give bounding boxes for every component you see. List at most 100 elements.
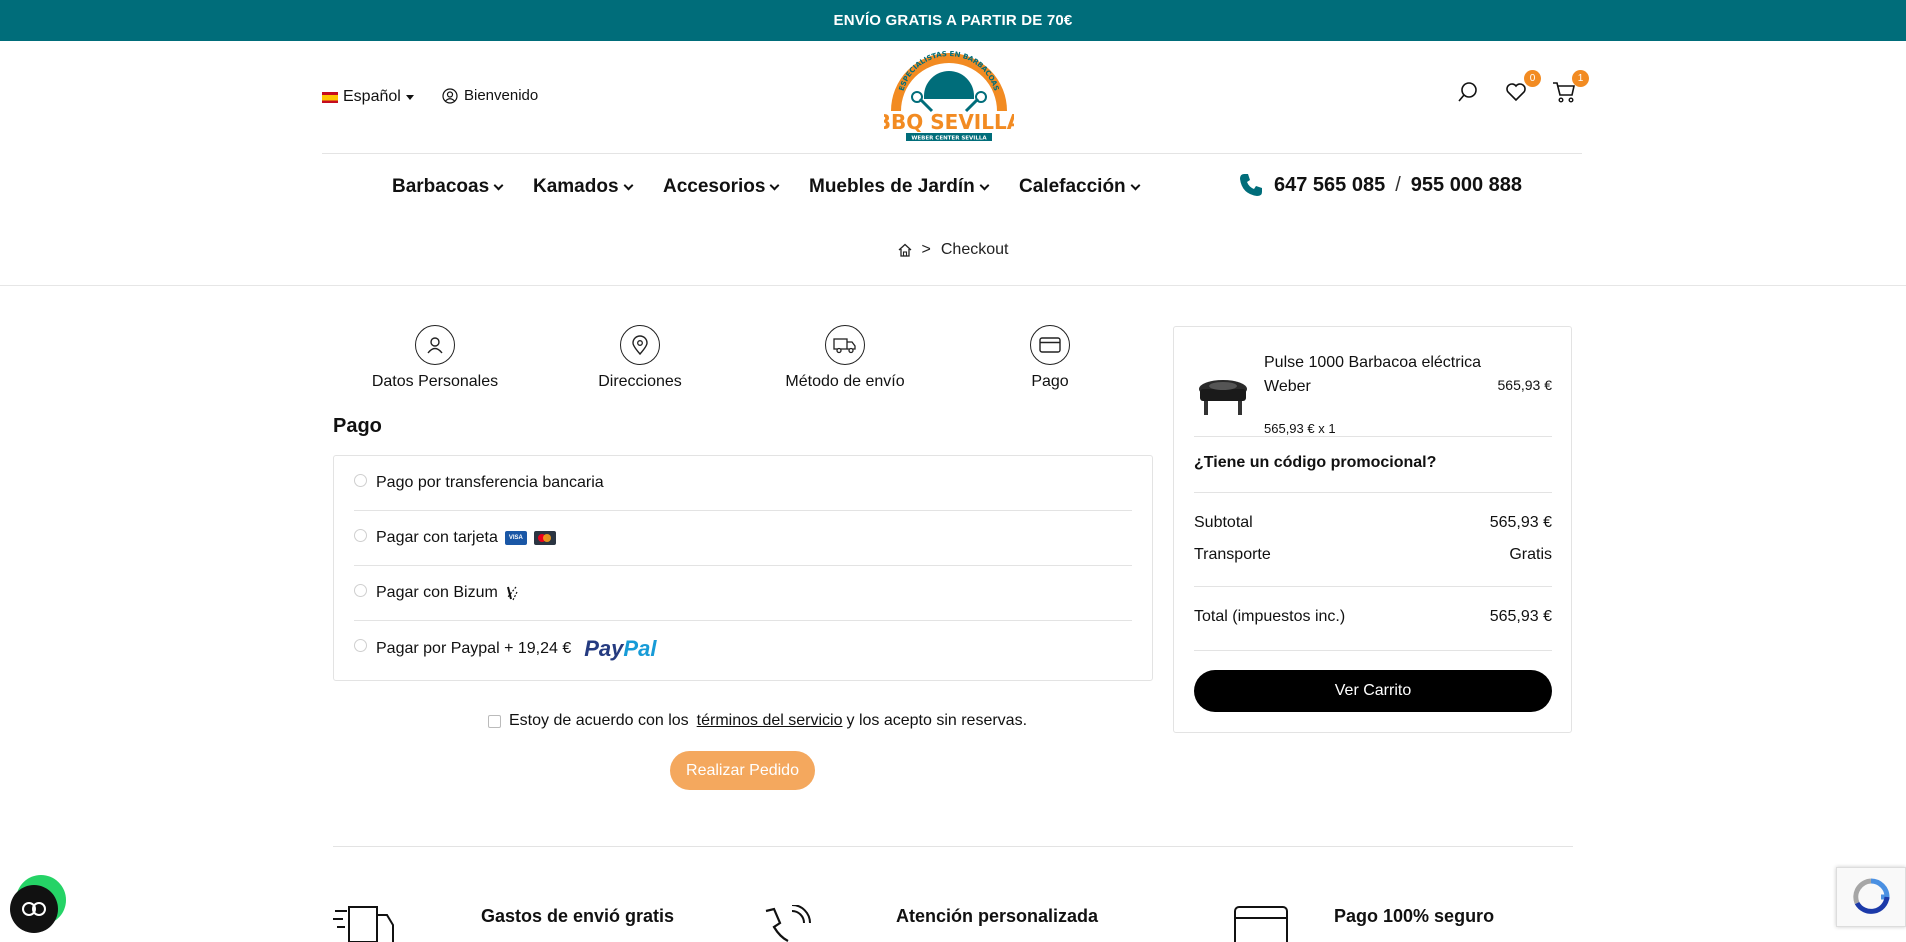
feature-personal-attention: Atención personalizada [896, 906, 1099, 926]
main-nav: Barbacoas Kamados Accesorios Muebles de … [0, 154, 1906, 224]
total-value: 565,93 € [1489, 608, 1552, 625]
summary-divider [1194, 436, 1552, 437]
summary-divider [1194, 492, 1552, 493]
spain-flag-icon [322, 91, 338, 103]
step-metodo-de-envio[interactable]: Método de envío [765, 325, 925, 391]
nav-item-barbacoas[interactable]: Barbacoas [392, 176, 504, 198]
feature-free-shipping: Gastos de envió gratis [481, 906, 675, 926]
user-icon [427, 337, 443, 354]
subtotal-label: Subtotal [1194, 514, 1253, 531]
bbq-sevilla-logo[interactable]: ESPECIALISTAS EN BARBACOAS BBQ SEVILLA W… [884, 51, 1014, 143]
chevron-down-icon [623, 180, 633, 190]
cart-count-badge: 1 [1572, 70, 1589, 87]
terms-text-after: y los acepto sin reservas. [846, 712, 1028, 729]
view-cart-button[interactable]: Ver Carrito [1194, 670, 1552, 712]
payment-option-label: Pago por transferencia bancaria [376, 474, 604, 491]
nav-item-kamados[interactable]: Kamados [533, 176, 633, 198]
phone-numbers: 647 565 085 / 955 000 888 [1238, 172, 1522, 198]
nav-item-accesorios[interactable]: Accesorios [663, 176, 780, 198]
product-quantity-line: 565,93 € x 1 [1264, 421, 1336, 436]
promo-code-toggle[interactable]: ¿Tiene un código promocional? [1194, 454, 1436, 472]
nav-item-label: Barbacoas [392, 176, 490, 197]
account-link[interactable]: Bienvenido [442, 87, 538, 104]
phone-number-1[interactable]: 647 565 085 [1274, 174, 1385, 197]
site-header: Español Bienvenido ESPECIALISTAS EN BARB… [0, 41, 1906, 154]
caret-down-icon [405, 94, 414, 100]
truck-icon [833, 338, 856, 354]
wishlist-button[interactable]: 0 [1503, 70, 1541, 105]
nav-item-label: Calefacción [1019, 176, 1126, 197]
heart-icon [1506, 83, 1526, 102]
phone-separator: / [1395, 173, 1401, 196]
chevron-down-icon [770, 180, 780, 190]
step-label: Método de envío [785, 373, 905, 390]
subtotal-value: 565,93 € [1489, 514, 1552, 531]
phone-number-2[interactable]: 955 000 888 [1411, 174, 1522, 197]
payment-option-label: Pagar con Bizum [376, 584, 498, 601]
payment-radio[interactable] [354, 583, 367, 597]
promo-text: ENVÍO GRATIS A PARTIR DE 70€ [833, 12, 1073, 29]
payment-option-bizum[interactable]: Pagar con Bizum [354, 566, 1132, 621]
payment-radio[interactable] [354, 639, 367, 652]
product-image[interactable] [1194, 375, 1252, 417]
nav-item-muebles-de-jardin[interactable]: Muebles de Jardín [809, 176, 990, 198]
payment-option-card[interactable]: Pagar con tarjeta VISA [354, 511, 1132, 566]
footer-divider [333, 846, 1573, 847]
breadcrumb-divider [0, 285, 1906, 286]
feature-secure-payment: Pago 100% seguro [1334, 906, 1495, 926]
terms-link[interactable]: términos del servicio [697, 712, 843, 730]
total-row: Total (impuestos inc.) 565,93 € [1194, 608, 1552, 626]
payment-option-label: Pagar por Paypal + 19,24 € [376, 639, 572, 657]
product-name[interactable]: Pulse 1000 Barbacoa eléctrica Weber [1264, 351, 1494, 399]
credit-card-icon [1039, 337, 1061, 353]
breadcrumb-current: Checkout [940, 241, 1009, 258]
place-order-button[interactable]: Realizar Pedido [670, 751, 815, 790]
promo-bar: ENVÍO GRATIS A PARTIR DE 70€ [0, 0, 1906, 41]
wishlist-count-badge: 0 [1524, 70, 1541, 87]
cart-button[interactable]: 1 [1551, 70, 1589, 105]
payment-option-label: Pagar con tarjeta [376, 529, 498, 546]
recaptcha-icon [1853, 878, 1890, 914]
summary-divider [1194, 586, 1552, 587]
step-pago[interactable]: Pago [970, 325, 1130, 391]
terms-text-before: Estoy de acuerdo con los [509, 712, 689, 729]
step-label: Direcciones [598, 373, 682, 390]
language-label: Español [343, 88, 401, 105]
language-selector[interactable]: Español [322, 88, 414, 106]
step-direcciones[interactable]: Direcciones [560, 325, 720, 391]
breadcrumb-separator: > [921, 241, 931, 258]
product-quantity: 1 [1328, 421, 1336, 436]
total-label: Total (impuestos inc.) [1194, 608, 1346, 625]
step-datos-personales[interactable]: Datos Personales [355, 325, 515, 391]
nav-item-label: Muebles de Jardín [809, 176, 975, 197]
payment-radio[interactable] [354, 473, 367, 487]
user-icon [442, 87, 458, 104]
nav-item-label: Accesorios [663, 176, 766, 197]
nav-item-label: Kamados [533, 176, 619, 197]
location-pin-icon [632, 335, 648, 355]
payment-radio[interactable] [354, 528, 367, 542]
shipping-row: Transporte Gratis [1194, 546, 1552, 564]
terms-checkbox[interactable] [488, 714, 501, 728]
step-label: Pago [1031, 373, 1069, 390]
order-summary: Pulse 1000 Barbacoa eléctrica Weber 565,… [1173, 326, 1572, 733]
nav-item-calefaccion[interactable]: Calefacción [1019, 176, 1141, 198]
accessibility-button[interactable] [10, 885, 58, 933]
mastercard-icon [533, 531, 556, 545]
chevron-down-icon [979, 180, 990, 190]
search-button[interactable] [1455, 79, 1481, 105]
payment-options: Pago por transferencia bancaria Pagar co… [333, 455, 1153, 681]
recaptcha-badge[interactable] [1836, 867, 1906, 927]
terms-agreement: Estoy de acuerdo con los términos del se… [488, 712, 1027, 730]
logo-sub-text: WEBER CENTER SEVILLA [911, 136, 987, 142]
logo-brand-text: BBQ SEVILLA [884, 110, 1014, 134]
home-icon[interactable] [898, 243, 912, 257]
chevron-down-icon [493, 180, 504, 190]
payment-option-paypal[interactable]: Pagar por Paypal + 19,24 € PayPal [354, 621, 1132, 676]
product-unit-price: 565,93 € [1264, 421, 1315, 436]
checkout-steps: Datos Personales Direcciones Método de e… [333, 325, 1153, 395]
payment-option-transfer[interactable]: Pago por transferencia bancaria [354, 456, 1132, 511]
step-label: Datos Personales [371, 373, 499, 390]
credit-card-icon [1234, 906, 1288, 942]
shipping-value: Gratis [1509, 546, 1552, 563]
